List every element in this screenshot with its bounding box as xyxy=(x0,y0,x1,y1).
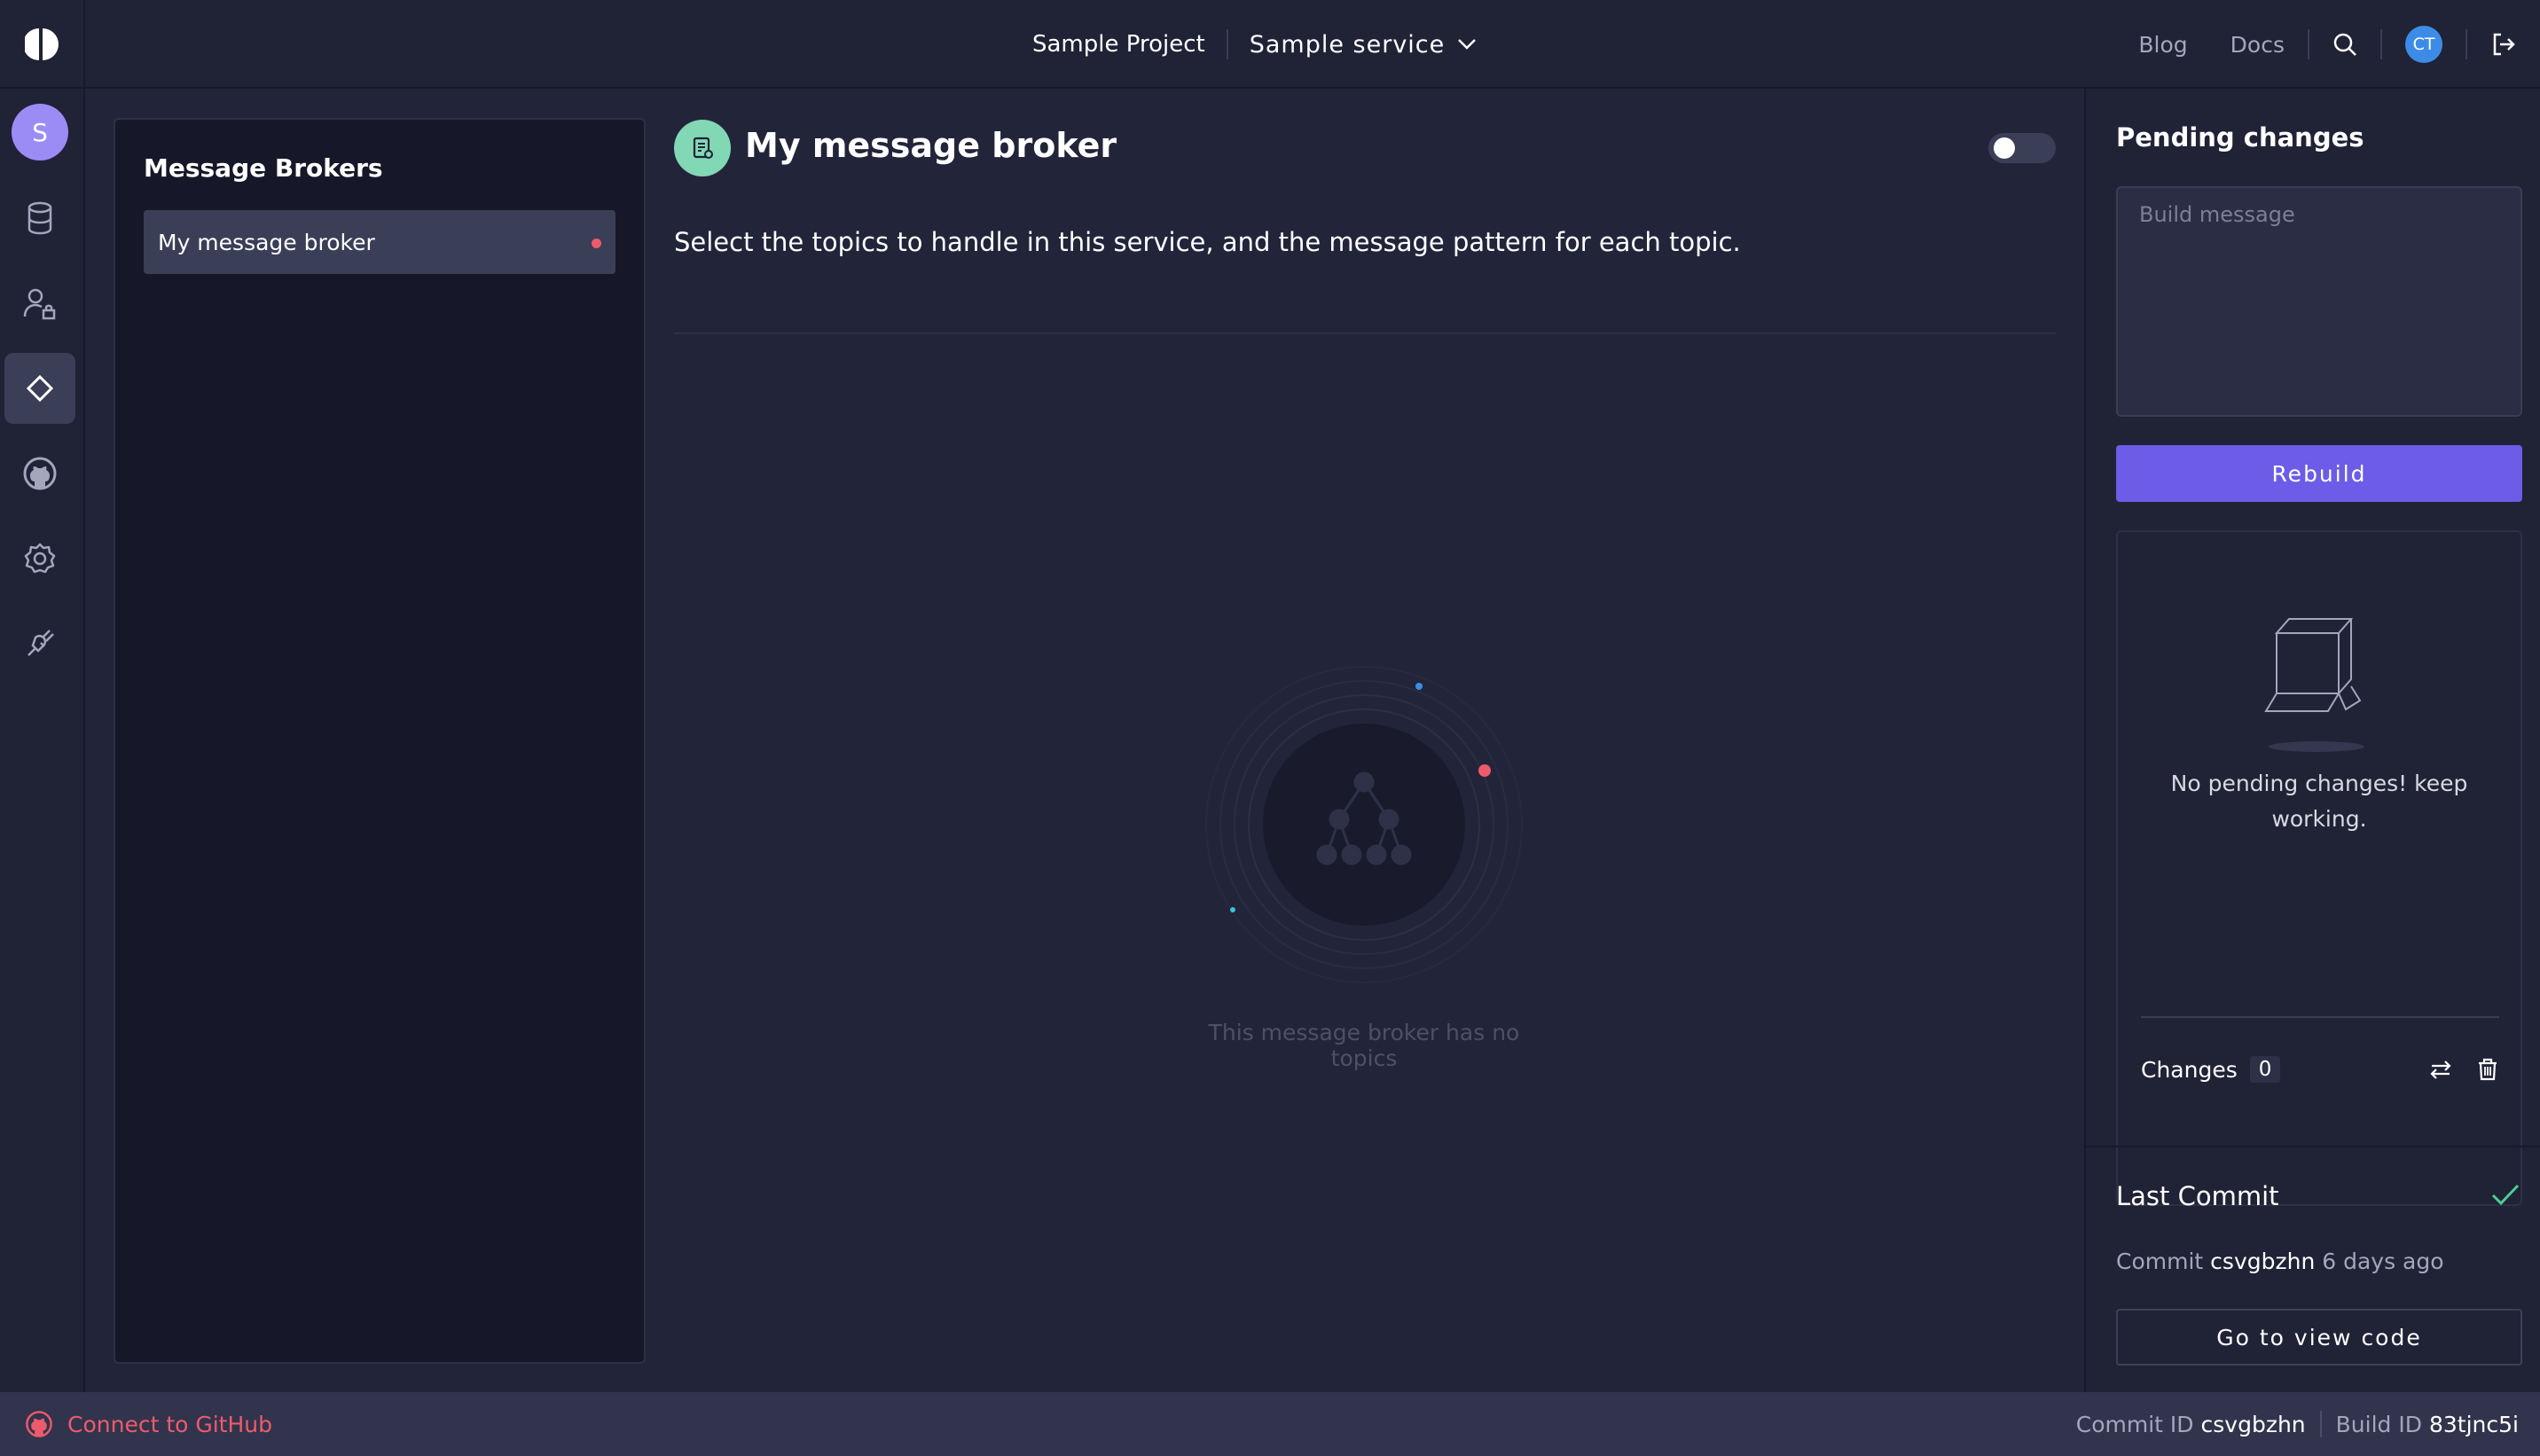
brokers-panel: Message Brokers My message broker xyxy=(114,118,646,1364)
rebuild-button[interactable]: Rebuild xyxy=(2116,445,2522,502)
changes-summary: Changes 0 xyxy=(2141,1052,2499,1087)
broker-status-dot xyxy=(592,239,601,248)
view-code-button[interactable]: Go to view code xyxy=(2116,1309,2522,1366)
header-actions: Blog Docs CT xyxy=(2138,0,2517,89)
check-icon xyxy=(2491,1184,2520,1206)
changes-box: No pending changes! keep working. Change… xyxy=(2116,530,2522,1206)
header-divider xyxy=(2308,29,2309,59)
service-name: Sample service xyxy=(1249,30,1446,59)
compare-arrows-icon[interactable] xyxy=(2428,1057,2453,1082)
nav-roles[interactable] xyxy=(4,268,75,339)
service-selector[interactable]: Sample service xyxy=(1228,31,1478,59)
footer-divider xyxy=(2319,1411,2322,1437)
logo-icon xyxy=(25,28,59,60)
project-name[interactable]: Sample Project xyxy=(1032,31,1227,58)
broker-document-icon xyxy=(693,137,713,159)
no-pending-changes-message: No pending changes! keep working. xyxy=(2170,771,2468,832)
nav-connections[interactable] xyxy=(4,608,75,679)
pending-changes-title: Pending changes xyxy=(2116,122,2364,153)
workspace-avatar[interactable]: S xyxy=(12,104,68,160)
gear-icon xyxy=(24,543,56,574)
build-id-value[interactable]: 83tjnc5i xyxy=(2429,1412,2519,1437)
last-commit-info: Commit csvgbzhn 6 days ago xyxy=(2116,1249,2444,1274)
chevron-down-icon xyxy=(1458,39,1477,50)
build-id-label: Build ID xyxy=(2335,1411,2422,1437)
logout-icon[interactable] xyxy=(2490,31,2517,58)
nav-settings[interactable] xyxy=(4,523,75,594)
content-divider xyxy=(674,333,2056,334)
search-icon[interactable] xyxy=(2332,32,2357,57)
broker-list-item[interactable]: My message broker xyxy=(144,210,615,274)
commit-id-label: Commit ID xyxy=(2075,1411,2194,1437)
database-icon xyxy=(27,201,52,235)
app-logo[interactable] xyxy=(0,0,85,89)
nav-rail: S xyxy=(0,89,85,1392)
nav-plugins[interactable] xyxy=(4,353,75,424)
connect-github-label: Connect to GitHub xyxy=(67,1411,272,1437)
broker-icon-badge xyxy=(674,120,731,176)
nav-github[interactable] xyxy=(4,438,75,509)
page-title: My message broker xyxy=(745,126,1117,165)
trash-icon[interactable] xyxy=(2476,1057,2499,1082)
header-divider xyxy=(2380,29,2382,59)
top-bar: Sample Project Sample service Blog Docs … xyxy=(0,0,2540,89)
empty-topics-message: This message broker has no topics xyxy=(1208,1020,1520,1071)
user-avatar[interactable]: CT xyxy=(2405,26,2442,63)
brokers-panel-title: Message Brokers xyxy=(144,153,383,183)
commit-id-value[interactable]: csvgbzhn xyxy=(2201,1412,2306,1437)
changes-count-badge: 0 xyxy=(2249,1056,2281,1083)
broker-item-label: My message broker xyxy=(158,229,375,255)
commit-hash-link[interactable]: csvgbzhn xyxy=(2210,1249,2315,1274)
header-divider xyxy=(2466,29,2467,59)
github-icon xyxy=(26,1411,52,1437)
commit-age: 6 days ago xyxy=(2322,1249,2444,1274)
page-description: Select the topics to handle in this serv… xyxy=(674,227,1741,257)
last-commit-title: Last Commit xyxy=(2116,1181,2279,1211)
toggle-knob xyxy=(1994,137,2015,159)
blog-link[interactable]: Blog xyxy=(2138,32,2187,58)
docs-link[interactable]: Docs xyxy=(2230,32,2285,58)
broker-enable-toggle[interactable] xyxy=(1988,133,2056,163)
github-icon xyxy=(23,457,57,490)
empty-box-icon xyxy=(2264,618,2364,752)
connect-github-link[interactable]: Connect to GitHub xyxy=(25,1392,272,1456)
plug-icon xyxy=(27,630,54,656)
build-message-input[interactable] xyxy=(2116,186,2522,417)
user-lock-icon xyxy=(23,288,56,320)
pending-changes-panel: Pending changes Rebuild No pending chang… xyxy=(2084,89,2540,1392)
panel-divider xyxy=(2086,1146,2540,1147)
build-info: Commit ID csvgbzhn Build ID 83tjnc5i xyxy=(2076,1392,2519,1456)
status-bar: Connect to GitHub Commit ID csvgbzhn Bui… xyxy=(0,1392,2540,1456)
changes-label: Changes xyxy=(2141,1056,2238,1083)
changes-divider xyxy=(2141,1016,2499,1018)
project-breadcrumb: Sample Project Sample service xyxy=(1032,0,1477,89)
changes-actions xyxy=(2428,1057,2499,1082)
nav-entities[interactable] xyxy=(4,183,75,254)
diamond-icon xyxy=(26,374,54,403)
empty-topics-illustration xyxy=(1205,666,1523,983)
commit-prefix: Commit xyxy=(2116,1249,2204,1274)
